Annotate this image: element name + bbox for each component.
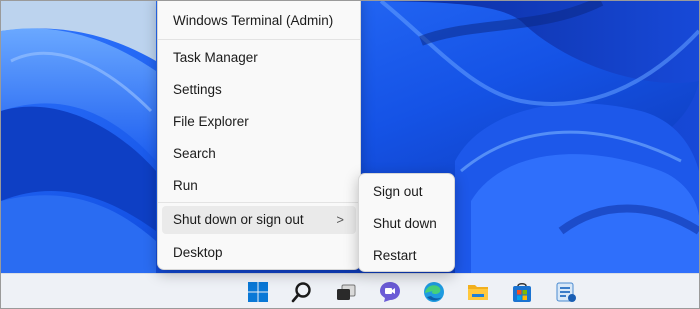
- menu-item-label: Settings: [173, 82, 222, 97]
- menu-item-search[interactable]: Search: [162, 140, 356, 168]
- teams-chat-icon[interactable]: [377, 279, 403, 305]
- menu-item-label: Search: [173, 146, 216, 161]
- submenu-item-sign-out[interactable]: Sign out: [363, 178, 450, 206]
- submenu-item-label: Shut down: [373, 216, 437, 231]
- file-explorer-icon[interactable]: [465, 279, 491, 305]
- menu-item-label: Task Manager: [173, 50, 258, 65]
- menu-item-label: File Explorer: [173, 114, 249, 129]
- menu-item-desktop[interactable]: Desktop: [162, 239, 356, 267]
- submenu-item-label: Sign out: [373, 184, 423, 199]
- menu-separator: [158, 39, 360, 40]
- search-icon[interactable]: [289, 279, 315, 305]
- menu-item-task-manager[interactable]: Task Manager: [162, 44, 356, 72]
- menu-item-shut-down-or-sign-out[interactable]: Shut down or sign out >: [162, 206, 356, 234]
- menu-item-label: Shut down or sign out: [173, 212, 304, 227]
- microsoft-store-icon[interactable]: [509, 279, 535, 305]
- task-view-icon[interactable]: [333, 279, 359, 305]
- submenu-item-label: Restart: [373, 248, 417, 263]
- taskbar: [1, 273, 699, 308]
- menu-item-label: Desktop: [173, 245, 223, 260]
- desktop-screen: Windows Terminal (Admin) Task Manager Se…: [0, 0, 700, 309]
- menu-item-windows-terminal-admin[interactable]: Windows Terminal (Admin): [162, 7, 356, 35]
- chevron-right-icon: >: [336, 212, 344, 227]
- quick-link-menu: Windows Terminal (Admin) Task Manager Se…: [157, 1, 361, 270]
- menu-item-run[interactable]: Run: [162, 172, 356, 200]
- menu-separator: [158, 202, 360, 203]
- menu-item-file-explorer[interactable]: File Explorer: [162, 108, 356, 136]
- submenu-item-shut-down[interactable]: Shut down: [363, 210, 450, 238]
- menu-item-settings[interactable]: Settings: [162, 76, 356, 104]
- submenu-item-restart[interactable]: Restart: [363, 242, 450, 270]
- shutdown-submenu: Sign out Shut down Restart: [358, 173, 455, 272]
- menu-item-label: Run: [173, 178, 198, 193]
- snipping-tool-icon[interactable]: [553, 279, 579, 305]
- windows-start-icon[interactable]: [245, 279, 271, 305]
- edge-icon[interactable]: [421, 279, 447, 305]
- menu-item-label: Windows Terminal (Admin): [173, 13, 334, 28]
